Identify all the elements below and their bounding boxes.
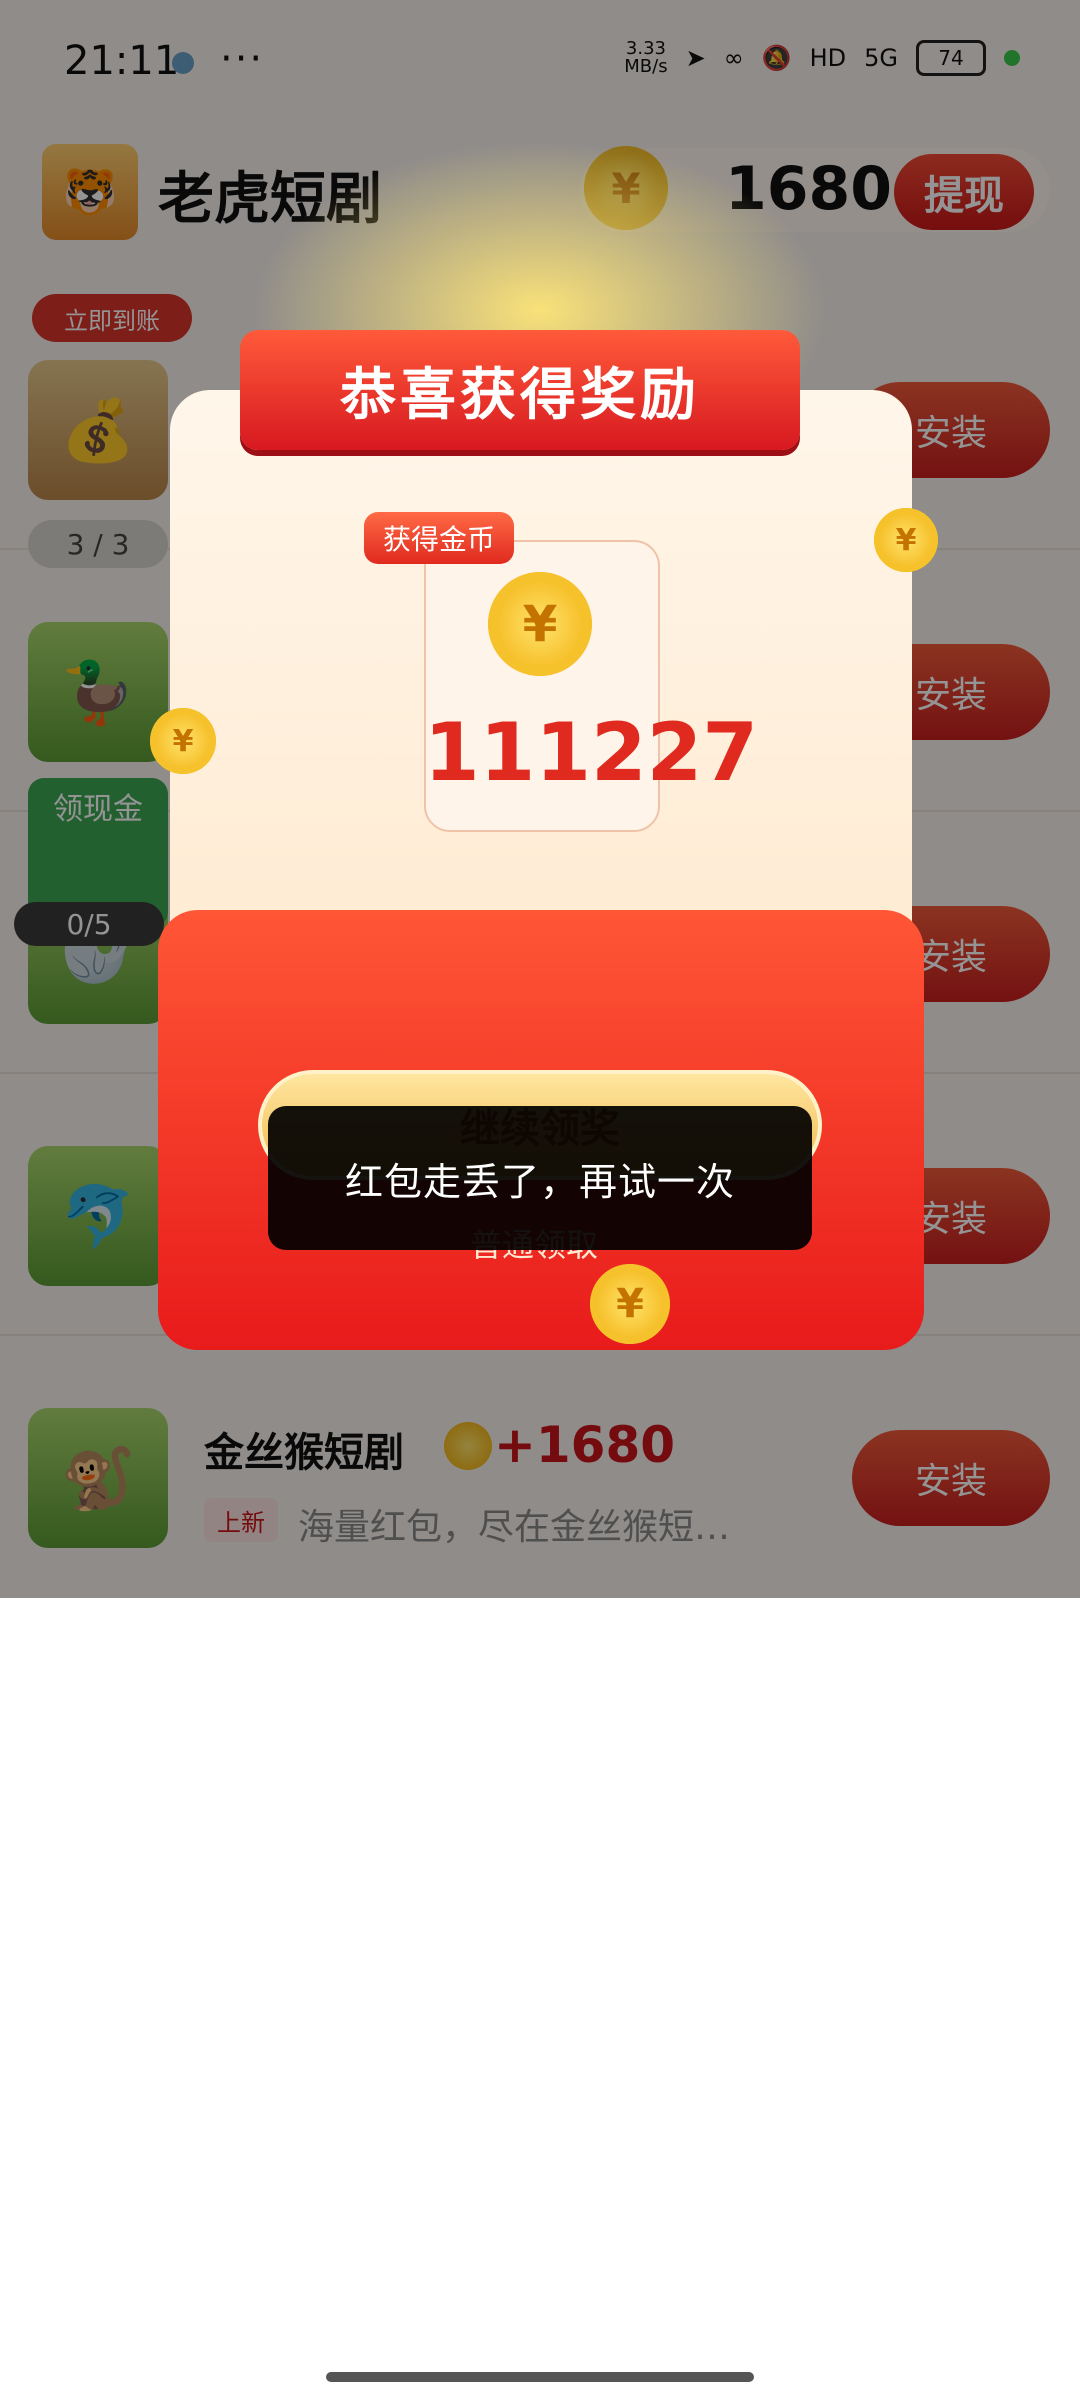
home-indicator[interactable] (326, 2372, 754, 2382)
dialog-title: 恭喜获得奖励 (240, 330, 800, 450)
coin-icon: ¥ (150, 708, 216, 774)
reward-amount: 111227 (424, 706, 758, 799)
coin-icon: ¥ (874, 508, 938, 572)
coin-icon: ¥ (488, 572, 592, 676)
toast-message: 红包走丢了，再试一次 (268, 1106, 812, 1250)
app-background: 21:11 ··· 3.33 MB/s ➤ ∞ 🔕 HD 5G 74 🐯 老虎短… (0, 0, 1080, 1598)
coin-icon: ¥ (590, 1264, 670, 1344)
reward-label: 获得金币 (364, 512, 514, 564)
